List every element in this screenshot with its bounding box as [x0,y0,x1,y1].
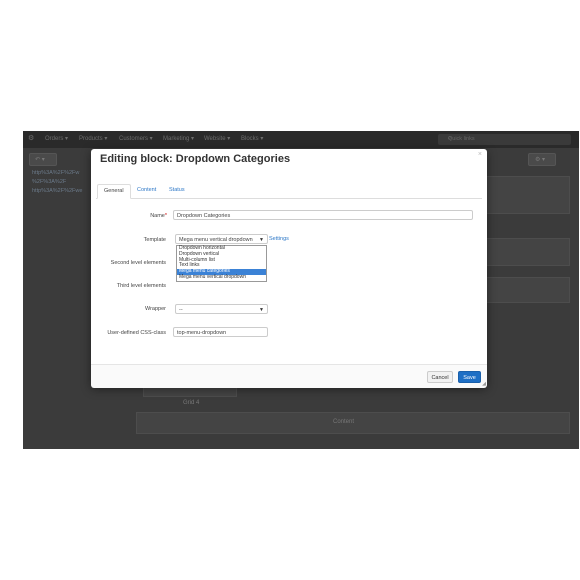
bg-content-label: Content [333,419,355,425]
wrapper-label: Wrapper [145,306,166,312]
modal-footer: Cancel Save ◢ [91,364,487,388]
close-icon[interactable]: × [478,151,482,158]
back-button[interactable]: ↶ ▾ [29,153,57,166]
bg-block-label: Grid 4 [183,400,200,406]
modal-title: Editing block: Dropdown Categories [100,153,291,165]
template-option[interactable]: Mega menu vertical dropdown [177,274,266,281]
menu-customers[interactable]: Customers ▾ [119,135,153,142]
menu-marketing[interactable]: Marketing ▾ [163,135,194,142]
menu-products[interactable]: Products ▾ [79,135,107,142]
bg-link-3: http%3A%2F%2Fwe [32,188,83,194]
wrapper-selected-value: -- [179,307,183,313]
second-level-label: Second level elements [110,260,166,266]
css-class-input[interactable]: top-menu-dropdown [173,327,268,337]
resize-handle-icon[interactable]: ◢ [482,381,486,387]
quick-links-search[interactable]: Quick links ⌕ [438,134,571,145]
name-label: Name* [150,213,167,219]
template-label: Template [143,237,166,243]
css-class-label: User-defined CSS-class [107,330,166,336]
template-selected-value: Mega menu vertical dropdown [179,237,253,243]
gear-icon[interactable]: ⚙ [28,134,34,142]
bg-link-2: %2F%3A%2F [32,179,67,185]
wrapper-select[interactable]: -- ▼ [175,304,268,314]
modal-tabs: General Content Status [96,184,482,199]
menu-website[interactable]: Website ▾ [204,135,230,142]
bg-panel-low [473,277,570,303]
menu-blocks[interactable]: Blocks ▾ [241,135,263,142]
menu-orders[interactable]: Orders ▾ [45,135,68,142]
bg-link-1: http%3A%2F%2Fw [32,170,80,176]
bg-panel-mid [473,238,570,266]
required-mark: * [164,213,167,219]
tab-status[interactable]: Status [163,184,191,197]
settings-link[interactable]: Settings [269,236,289,242]
template-dropdown-list: Dropdown horizontal Dropdown vertical Mu… [176,245,267,282]
settings-button[interactable]: ⚙ ▾ [528,153,556,166]
template-select[interactable]: Mega menu vertical dropdown ▼ [175,234,268,244]
chevron-down-icon: ▼ [259,307,264,313]
cancel-button[interactable]: Cancel [427,371,453,383]
chevron-down-icon: ▼ [259,237,264,243]
third-level-label: Third level elements [116,283,166,289]
editing-block-modal: Editing block: Dropdown Categories × Gen… [91,149,487,388]
bg-panel-top [473,176,570,214]
tab-general[interactable]: General [97,184,131,199]
search-icon: ⌕ [448,135,452,141]
name-input[interactable]: Dropdown Categories [173,210,473,220]
save-button[interactable]: Save [458,371,481,383]
top-navigation-bar: ⚙ Orders ▾ Products ▾ Customers ▾ Market… [23,131,579,148]
tab-content[interactable]: Content [131,184,162,197]
